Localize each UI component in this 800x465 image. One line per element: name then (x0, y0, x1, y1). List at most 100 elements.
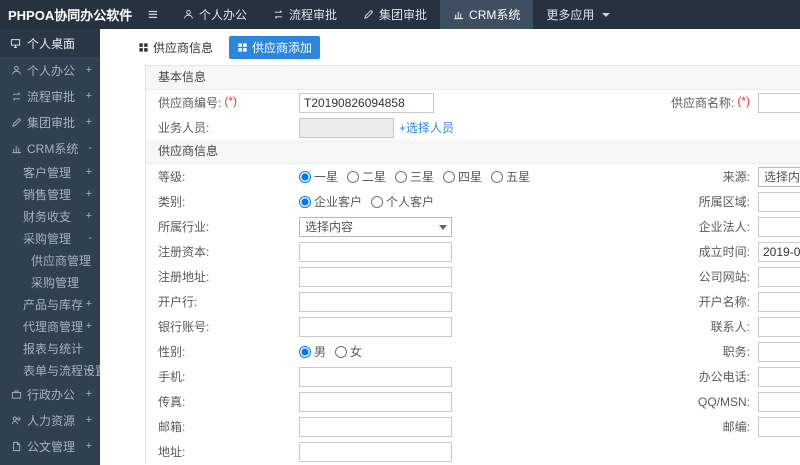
topmenu-label: CRM系统 (469, 8, 521, 22)
email-input[interactable] (299, 416, 452, 437)
mobile-input[interactable] (299, 366, 452, 387)
level-radio-0[interactable] (299, 170, 311, 183)
field-label: 供应商编号: (158, 96, 222, 110)
tabs-bar: 供应商信息 供应商添加 (100, 29, 800, 65)
registered-address-input[interactable] (299, 266, 452, 287)
registered-capital-input[interactable] (299, 241, 452, 262)
topmenu-group-approval[interactable]: 集团审批 (350, 0, 440, 29)
level-radio-2[interactable] (395, 170, 408, 183)
menu-toggle-icon[interactable] (136, 0, 170, 29)
category-radio-1[interactable] (371, 195, 384, 208)
form-row: 所属行业: 选择内容 企业法人: (146, 214, 800, 239)
expand-icon: + (85, 90, 92, 102)
sidebar-item-procurement-mgmt[interactable]: 采购管理 (0, 271, 100, 293)
sidebar-item-document-mgmt[interactable]: 公文管理 + (0, 433, 100, 459)
legal-person-input[interactable] (758, 216, 800, 237)
field-label: 注册地址: (158, 270, 210, 284)
sidebar-item-crm-system[interactable]: CRM系统 - (0, 135, 100, 161)
sidebar-item-form-flow-settings[interactable]: 表单与流程设置 + (0, 359, 100, 381)
form-row: 类别: 企业客户 个人客户 所属区域: (146, 189, 800, 214)
company-website-input[interactable] (758, 266, 800, 287)
gender-radio-group: 男 女 (299, 343, 371, 360)
field-label: 业务人员: (158, 121, 210, 135)
expand-icon: + (85, 388, 92, 400)
expand-icon: + (85, 64, 92, 76)
collapse-icon: - (88, 142, 92, 154)
field-label: 邮编: (722, 420, 750, 434)
field-label: 联系人: (710, 320, 750, 334)
sidebar-item-purchase-mgmt[interactable]: 采购管理 - (0, 227, 100, 249)
form-row: 业务人员: +选择人员 (146, 115, 800, 140)
topmenu-process-approval[interactable]: 流程审批 (260, 0, 350, 29)
sidebar-item-sales-mgmt[interactable]: 销售管理 + (0, 183, 100, 205)
expand-icon: + (85, 320, 92, 332)
topmenu-crm-system[interactable]: CRM系统 (440, 0, 534, 29)
user-icon (183, 9, 194, 20)
supplier-name-input[interactable] (758, 92, 800, 113)
grid-icon (237, 42, 248, 53)
contact-person-input[interactable] (758, 316, 800, 337)
form-row: 注册地址: 公司网站: (146, 264, 800, 289)
gender-radio-0[interactable] (299, 345, 311, 358)
field-label: 开户行: (158, 295, 198, 309)
postcode-input[interactable] (758, 416, 800, 437)
form-row: 等级: 一星 二星 三星 四星 五星 来源: 选择内容 (146, 164, 800, 189)
sales-staff-input[interactable] (299, 117, 394, 138)
expand-icon: + (85, 414, 92, 426)
sidebar-item-admin-office[interactable]: 行政办公 + (0, 381, 100, 407)
field-label: 来源: (722, 170, 750, 184)
sidebar-item-group-approval[interactable]: 集团审批 + (0, 109, 100, 135)
qq-msn-input[interactable] (758, 391, 800, 412)
established-date-input[interactable] (758, 241, 800, 262)
grid-icon (138, 42, 149, 53)
supplier-code-input[interactable] (299, 92, 434, 113)
office-phone-input[interactable] (758, 366, 800, 387)
sidebar-item-finance[interactable]: 财务收支 + (0, 205, 100, 227)
position-input[interactable] (758, 341, 800, 362)
flow-icon (273, 9, 284, 20)
select-staff-link[interactable]: +选择人员 (399, 119, 454, 136)
field-label: QQ/MSN: (697, 394, 750, 409)
industry-select[interactable]: 选择内容 (299, 216, 452, 237)
required-marker: (*) (737, 94, 750, 108)
sidebar-item-vehicle-mgmt[interactable]: 用车管理 + (0, 459, 100, 465)
edit-icon (363, 9, 374, 20)
sidebar-item-agent-mgmt[interactable]: 代理商管理 + (0, 315, 100, 337)
tab-supplier-info[interactable]: 供应商信息 (130, 36, 221, 59)
form-row: 邮箱: 邮编: (146, 414, 800, 439)
bank-account-input[interactable] (299, 316, 452, 337)
sidebar-item-supplier-mgmt[interactable]: 供应商管理 (0, 249, 100, 271)
field-label: 职务: (722, 345, 750, 359)
topmenu-label: 流程审批 (289, 8, 338, 22)
expand-icon: + (85, 210, 92, 222)
topmenu-more-apps[interactable]: 更多应用 (533, 0, 623, 29)
level-radio-3[interactable] (443, 170, 456, 183)
level-radio-4[interactable] (491, 170, 504, 183)
sidebar-item-product-inventory[interactable]: 产品与库存 + (0, 293, 100, 315)
source-select[interactable]: 选择内容 (758, 166, 800, 187)
desktop-icon (10, 38, 21, 49)
field-label: 所属行业: (158, 220, 210, 234)
expand-icon: + (85, 188, 92, 200)
gender-radio-1[interactable] (335, 345, 348, 358)
sidebar-item-hr[interactable]: 人力资源 + (0, 407, 100, 433)
level-radio-1[interactable] (347, 170, 360, 183)
bank-input[interactable] (299, 291, 452, 312)
sidebar-item-personal-desktop[interactable]: 个人桌面 (0, 29, 100, 57)
address-input[interactable] (299, 441, 452, 462)
sidebar-item-personal-office[interactable]: 个人办公 + (0, 57, 100, 83)
flow-icon (11, 91, 22, 102)
field-label: 公司网站: (698, 270, 750, 284)
fax-input[interactable] (299, 391, 452, 412)
tab-supplier-add[interactable]: 供应商添加 (229, 35, 321, 59)
region-input[interactable] (758, 191, 800, 212)
form-row: 性别: 男 女 职务: (146, 339, 800, 364)
sidebar-menu: 个人办公 + 流程审批 + 集团审批 + CRM系统 - 客户管理 + 销售管理… (0, 57, 100, 465)
sidebar-item-process-approval[interactable]: 流程审批 + (0, 83, 100, 109)
topmenu-personal-office[interactable]: 个人办公 (170, 0, 260, 29)
category-radio-0[interactable] (299, 195, 311, 208)
sidebar-item-reports-stats[interactable]: 报表与统计 (0, 337, 100, 359)
account-name-input[interactable] (758, 291, 800, 312)
sidebar-item-customer-mgmt[interactable]: 客户管理 + (0, 161, 100, 183)
section-header-basic-info: 基本信息 (146, 66, 800, 90)
